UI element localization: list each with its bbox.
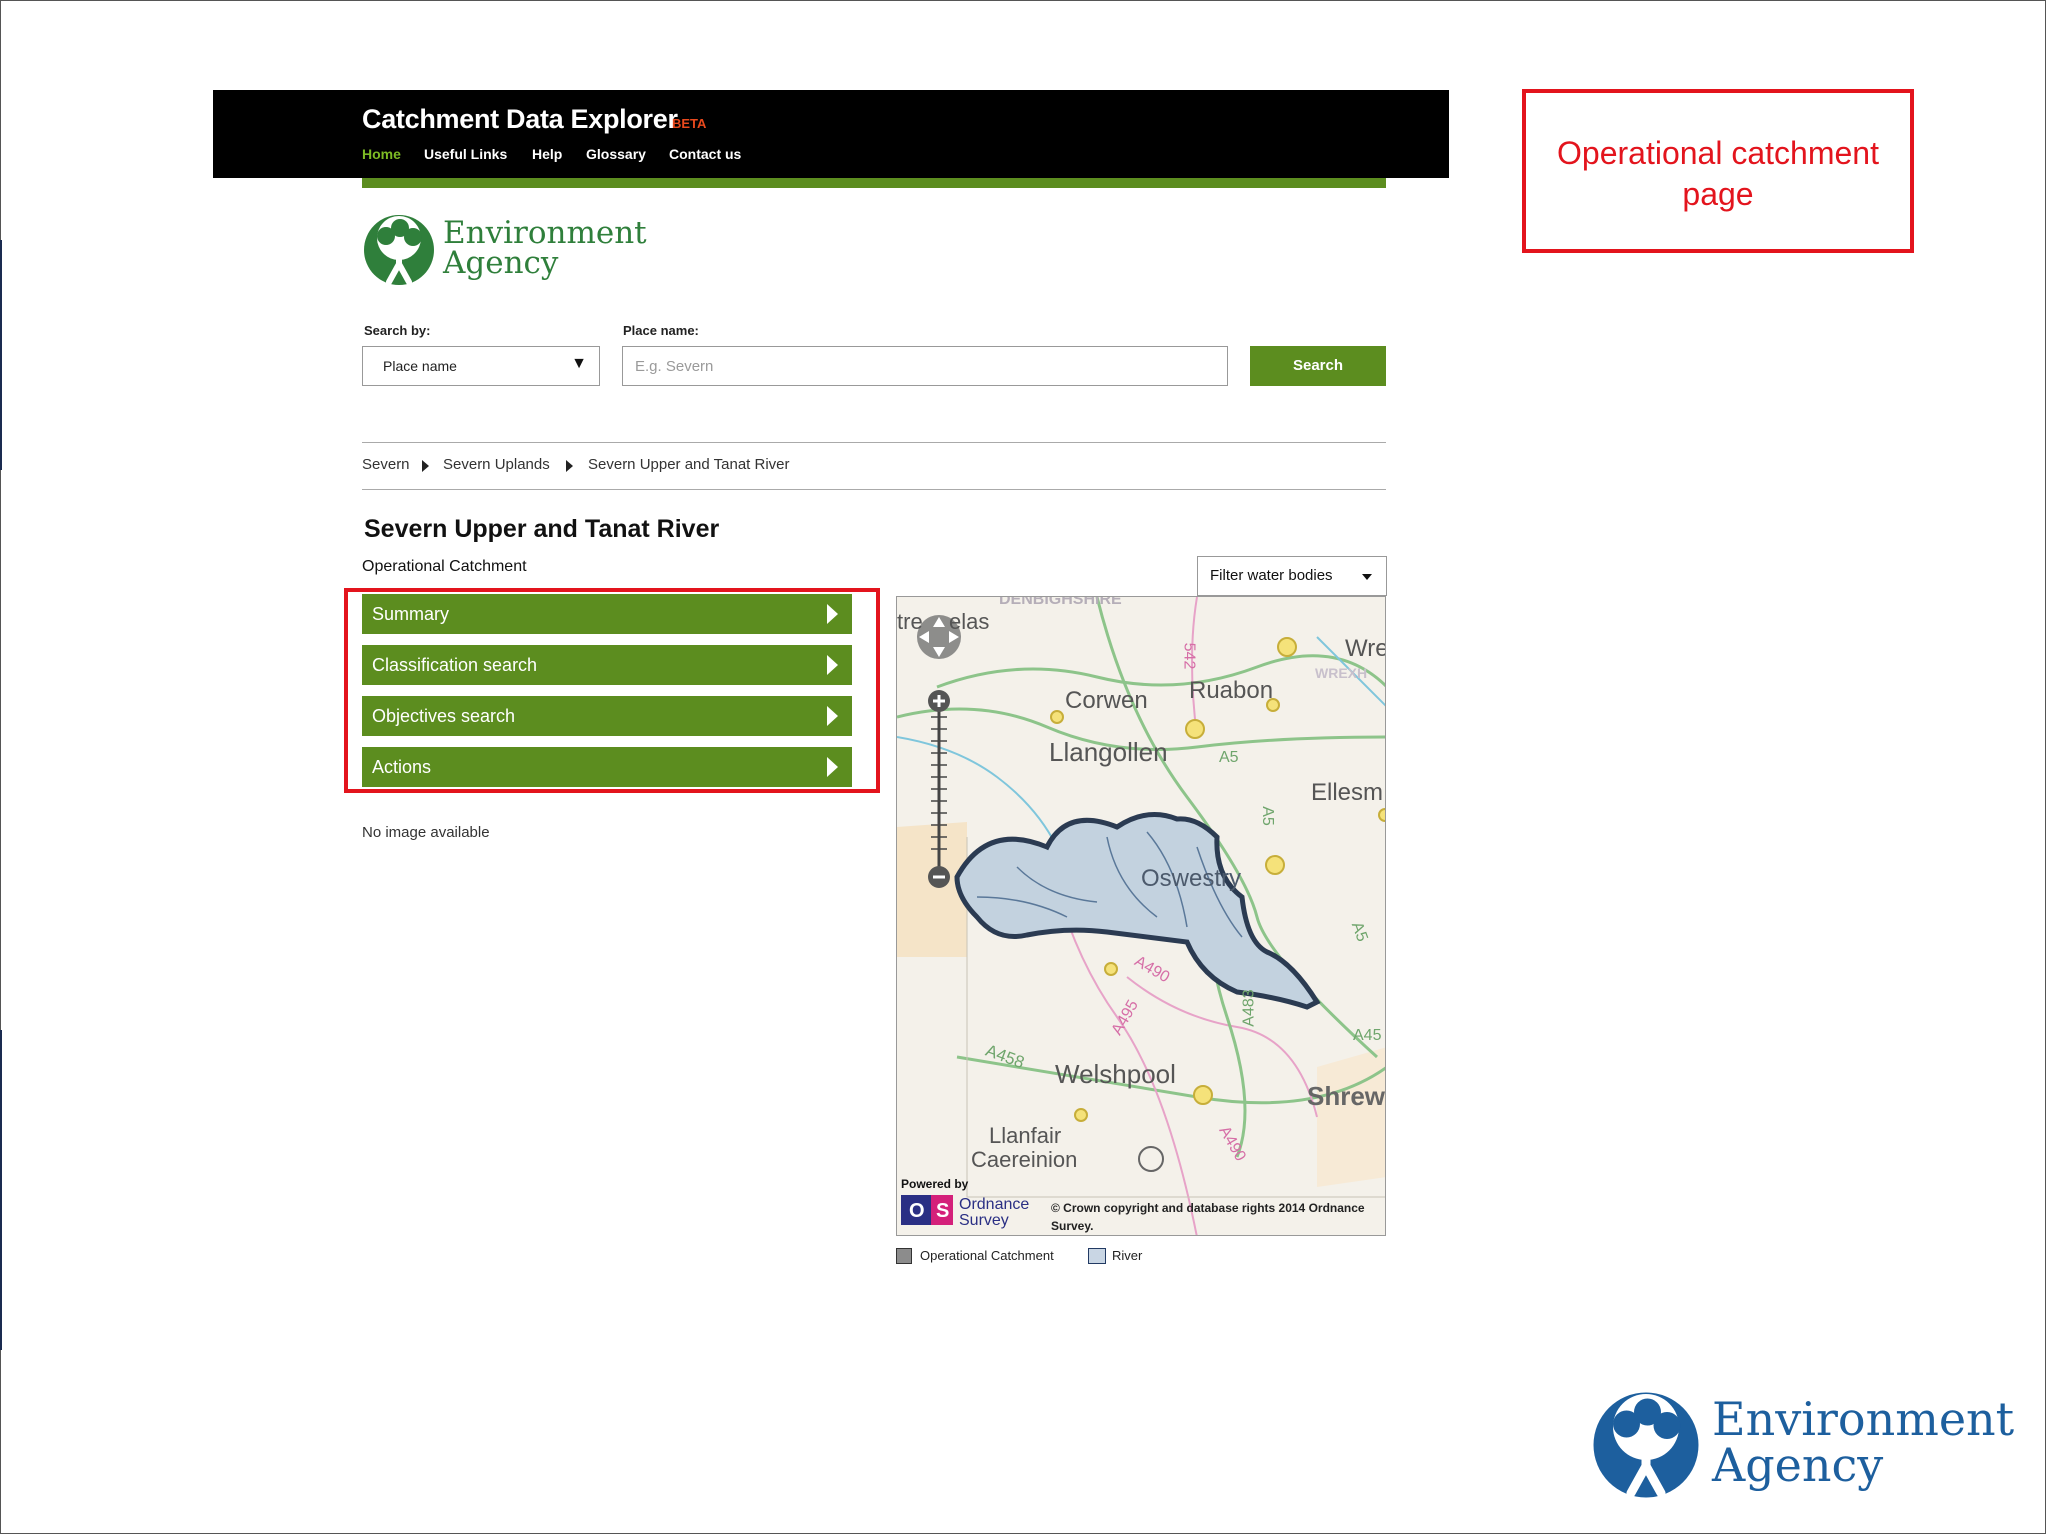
page-subtitle: Operational Catchment xyxy=(362,558,527,575)
breadcrumb-severn-uplands[interactable]: Severn Uplands xyxy=(443,456,550,473)
road-label: A45 xyxy=(1353,1027,1382,1044)
footer-logo-line2: Agency xyxy=(1712,1438,1884,1492)
logo-text-line2: Agency xyxy=(443,245,559,281)
search-by-label: Search by: xyxy=(364,323,431,338)
legend-river-label: River xyxy=(1112,1248,1143,1263)
map-label: Corwen xyxy=(1065,687,1148,714)
breadcrumb-separator-icon xyxy=(566,460,573,472)
ordnance-survey-logo: OS xyxy=(901,1195,953,1225)
legend-catchment-label: Operational Catchment xyxy=(920,1248,1054,1263)
triangle-right-icon xyxy=(827,757,838,777)
summary-label: Summary xyxy=(372,604,450,624)
breadcrumb-current: Severn Upper and Tanat River xyxy=(588,456,790,473)
search-by-select[interactable]: Place name ▼ xyxy=(362,346,600,386)
beta-badge: BETA xyxy=(672,116,707,131)
nav-home[interactable]: Home xyxy=(362,146,401,162)
map-label: Oswestry xyxy=(1141,865,1242,892)
dropdown-arrow-icon: ▼ xyxy=(571,355,587,372)
classification-search-label: Classification search xyxy=(372,655,538,675)
divider xyxy=(362,489,1386,490)
logo-text-line1: Environment xyxy=(443,215,647,251)
ea-tree-icon xyxy=(364,215,434,285)
place-name-label: Place name: xyxy=(623,323,699,338)
map-label: Wre xyxy=(1345,635,1386,662)
actions-button[interactable]: Actions xyxy=(362,747,852,787)
no-image-text: No image available xyxy=(362,824,490,841)
divider xyxy=(362,442,1386,443)
objectives-search-label: Objectives search xyxy=(372,706,516,726)
app-title: Catchment Data Explorer xyxy=(362,104,678,134)
catchment-map[interactable]: tre elas DENBIGHSHIRE Wre WREXH Corwen R… xyxy=(896,596,1386,1236)
map-copyright: © Crown copyright and database rights 20… xyxy=(1051,1201,1365,1233)
map-label: Llanfair xyxy=(989,1123,1062,1148)
footer-logo-line1: Environment xyxy=(1712,1392,2015,1446)
nav-help[interactable]: Help xyxy=(532,146,562,162)
legend-swatch-catchment xyxy=(896,1248,912,1264)
slide-edge-mark xyxy=(0,1030,2,1350)
filter-water-bodies-button[interactable]: Filter water bodies xyxy=(1197,556,1387,596)
search-button[interactable]: Search xyxy=(1250,346,1386,386)
map-label: Caereinion xyxy=(971,1147,1078,1172)
page-title: Severn Upper and Tanat River xyxy=(364,515,720,543)
map-label: Welshpool xyxy=(1055,1059,1176,1089)
callout-text: Operational catchment page xyxy=(1557,135,1879,212)
nav-contact-us[interactable]: Contact us xyxy=(669,146,741,162)
road-label: A5 xyxy=(1258,806,1276,826)
nav-useful-links[interactable]: Useful Links xyxy=(424,146,507,162)
nav-glossary[interactable]: Glossary xyxy=(586,146,646,162)
objectives-search-button[interactable]: Objectives search xyxy=(362,696,852,736)
map-label: DENBIGHSHIRE xyxy=(999,596,1122,608)
road-label: A483 xyxy=(1240,989,1258,1027)
minus-icon[interactable] xyxy=(928,866,950,888)
ea-tree-icon xyxy=(1593,1392,1699,1498)
actions-label: Actions xyxy=(372,757,432,777)
triangle-right-icon xyxy=(827,706,838,726)
search-by-value: Place name xyxy=(383,358,457,374)
slide-edge-mark xyxy=(0,240,2,470)
os-brand-line2: Survey xyxy=(959,1212,1009,1229)
map-label: Shrew xyxy=(1307,1081,1386,1111)
map-label: Ellesm xyxy=(1311,779,1384,806)
breadcrumb-severn[interactable]: Severn xyxy=(362,456,410,473)
triangle-right-icon xyxy=(827,655,838,675)
breadcrumb-separator-icon xyxy=(422,460,429,472)
map-label: WREXH xyxy=(1315,665,1368,681)
map-label: Llangollen xyxy=(1049,737,1168,767)
triangle-right-icon xyxy=(827,604,838,624)
map-label: Ruabon xyxy=(1189,677,1274,704)
powered-by-label: Powered by xyxy=(901,1177,969,1191)
header-accent-strip xyxy=(362,178,1386,188)
legend-swatch-river xyxy=(1088,1248,1106,1264)
callout-box: Operational catchment page xyxy=(1522,89,1914,253)
environment-agency-logo[interactable]: Environment Agency xyxy=(362,212,662,292)
map-label: tre xyxy=(897,609,923,634)
summary-button[interactable]: Summary xyxy=(362,594,852,634)
os-brand-line1: Ordnance xyxy=(959,1196,1030,1213)
map-label: elas xyxy=(949,609,990,634)
place-name-input[interactable] xyxy=(622,346,1228,386)
plus-icon[interactable] xyxy=(928,690,950,712)
footer-environment-agency-logo: Environment Agency xyxy=(1590,1388,2014,1504)
caret-down-icon xyxy=(1362,574,1372,580)
filter-water-bodies-label: Filter water bodies xyxy=(1210,567,1333,584)
classification-search-button[interactable]: Classification search xyxy=(362,645,852,685)
road-label: 542 xyxy=(1180,642,1198,670)
road-label: A5 xyxy=(1219,749,1239,766)
